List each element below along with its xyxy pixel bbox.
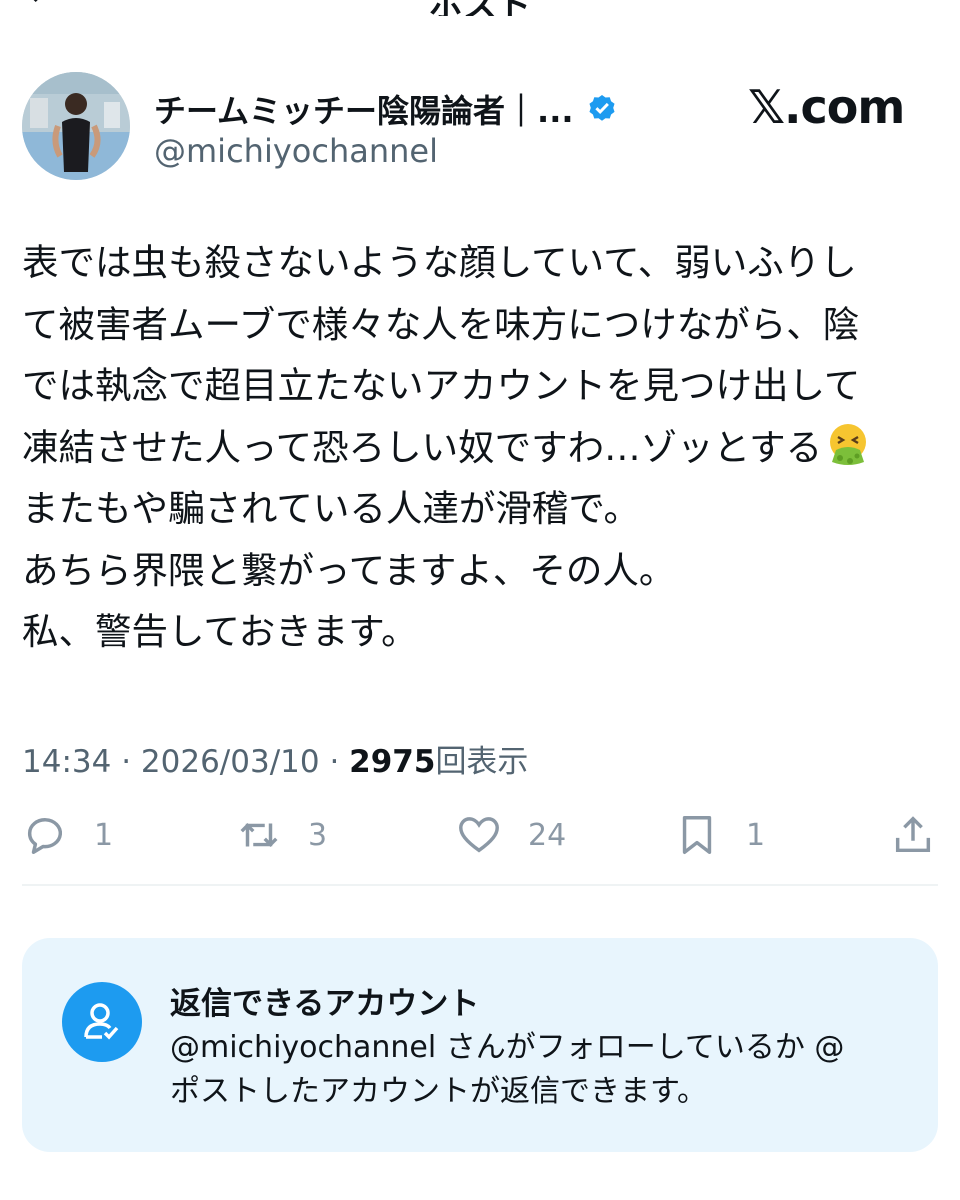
heart-icon: [459, 817, 499, 853]
share-button[interactable]: [890, 812, 936, 858]
repost-count: 3: [308, 817, 328, 853]
post-text-line: では執念で超目立たないアカウントを見つけ出して: [22, 364, 861, 407]
vomiting-face-emoji-icon: [830, 423, 867, 465]
post-text-line: あちら界隈と繋がってますよ、その人。: [22, 548, 676, 592]
top-nav-bar: ポスト: [0, 0, 960, 16]
reply-icon: [27, 818, 63, 854]
like-count: 24: [528, 817, 567, 853]
avatar[interactable]: [22, 72, 130, 180]
x-com-logo: 𝕏.com: [748, 80, 905, 134]
user-check-icon: [84, 1003, 119, 1040]
repost-icon: [240, 822, 278, 848]
post-text-line: 凍結させた人って恐ろしい奴ですわ…ゾッとする: [22, 425, 823, 469]
meta-separator: ·: [111, 744, 141, 780]
post-header: チームミッチー陰陽論者｜... @michiyochannel 𝕏.com: [22, 72, 938, 192]
reply-restriction-badge: [62, 982, 142, 1062]
meta-separator: ·: [319, 744, 350, 780]
post-time[interactable]: 14:34: [22, 744, 111, 780]
verified-badge-icon: [588, 95, 615, 121]
bookmark-count: 1: [746, 817, 766, 853]
post-text-line: て被害者ムーブで様々な人を味方につけながら、陰: [22, 302, 860, 346]
bookmark-button[interactable]: 1: [674, 812, 765, 858]
author-name-row[interactable]: チームミッチー陰陽論者｜...: [154, 86, 618, 132]
bookmark-icon: [682, 816, 712, 854]
post-text-line-with-emoji: 凍結させた人って恐ろしい奴ですわ…ゾッとする: [22, 417, 942, 479]
post-body: 表では虫も殺さないような顔していて、弱いふりし て被害者ムーブで様々な人を味方に…: [22, 232, 942, 663]
reply-restriction-line: ポストしたアカウントが返信できます。: [170, 1074, 707, 1109]
views-label: 回表示: [435, 744, 529, 780]
post-text-line: 私、警告しておきます。: [22, 610, 418, 653]
reply-button[interactable]: 1: [22, 812, 113, 858]
action-bar: 1 3 24 1: [22, 812, 938, 868]
reply-restriction-description: @michiyochannel さんがフォローしているか @ ポストしたアカウン…: [170, 1026, 910, 1114]
post-text-line: またもや騙されている人達が滑稽で。: [22, 487, 640, 530]
views-count[interactable]: 2975: [349, 744, 435, 780]
reply-count: 1: [94, 817, 114, 853]
repost-button[interactable]: 3: [236, 812, 327, 858]
reply-restriction-title: 返信できるアカウント: [170, 986, 480, 1022]
page-title: ポスト: [0, 0, 960, 16]
reply-restriction-line: @michiyochannel さんがフォローしているか @: [170, 1030, 845, 1065]
post-text-line: 表では虫も殺さないような顔していて、弱いふりし: [22, 241, 857, 284]
author-handle[interactable]: @michiyochannel: [154, 132, 438, 170]
divider: [22, 884, 938, 886]
like-button[interactable]: 24: [456, 812, 566, 858]
share-icon: [895, 816, 931, 853]
post-date[interactable]: 2026/03/10: [141, 744, 320, 780]
reply-restriction-notice: 返信できるアカウント @michiyochannel さんがフォローしているか …: [22, 938, 938, 1152]
display-name[interactable]: チームミッチー陰陽論者｜...: [154, 86, 574, 132]
post-meta: 14:34 · 2026/03/10 · 2975回表示: [22, 736, 528, 781]
